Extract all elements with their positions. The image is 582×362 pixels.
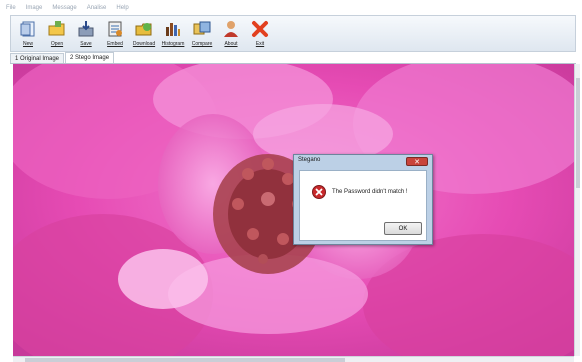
embed-icon: [108, 21, 122, 37]
error-dialog: Stegano ✕ The Password didn't match ! OK: [293, 154, 433, 245]
dialog-title: Stegano: [298, 157, 321, 163]
histogram-button-label: Histogram: [161, 41, 185, 47]
menu-analise[interactable]: Analise: [87, 5, 107, 11]
exit-icon: [252, 21, 268, 37]
new-button-label: New: [22, 41, 33, 47]
ok-button[interactable]: OK: [384, 222, 422, 235]
tab-original-image[interactable]: 1 Original Image: [10, 53, 65, 63]
horizontal-scrollbar[interactable]: [13, 356, 574, 362]
download-icon: [135, 23, 152, 36]
toolbar: New Open Save Embed Download Histogram C…: [10, 15, 576, 52]
open-button[interactable]: Open: [44, 18, 70, 51]
embed-button[interactable]: Embed: [102, 18, 128, 51]
dialog-body: The Password didn't match ! OK: [299, 170, 427, 241]
vertical-scrollbar[interactable]: [574, 64, 580, 356]
download-button-label: Download: [132, 41, 156, 47]
image-tabs: 1 Original Image 2 Stego Image: [10, 52, 576, 64]
download-button[interactable]: Download: [131, 18, 157, 51]
exit-button[interactable]: Exit: [247, 18, 273, 51]
menu-help[interactable]: Help: [116, 5, 128, 11]
embed-button-label: Embed: [107, 41, 123, 47]
dialog-close-button[interactable]: ✕: [406, 157, 428, 166]
compare-icon: [193, 21, 211, 35]
horizontal-scroll-thumb[interactable]: [25, 358, 345, 362]
about-button[interactable]: About: [218, 18, 244, 51]
open-button-label: Open: [50, 41, 64, 47]
dialog-message: The Password didn't match !: [332, 189, 408, 195]
menu-image[interactable]: Image: [26, 5, 43, 11]
new-document-icon: [20, 21, 35, 37]
about-button-label: About: [224, 41, 238, 47]
save-icon: [78, 21, 94, 37]
menu-message[interactable]: Message: [52, 5, 76, 11]
compare-button-label: Compare: [191, 41, 213, 47]
save-button-label: Save: [80, 41, 92, 47]
open-folder-icon: [48, 21, 65, 36]
save-button[interactable]: Save: [73, 18, 99, 51]
menu-bar: File Image Message Analise Help: [0, 0, 582, 15]
vertical-scroll-thumb[interactable]: [576, 78, 580, 188]
about-icon: [224, 21, 238, 37]
close-icon: ✕: [414, 158, 420, 166]
error-icon: [312, 185, 326, 199]
compare-button[interactable]: Compare: [189, 18, 215, 51]
menu-file[interactable]: File: [6, 5, 16, 11]
new-button[interactable]: New: [15, 18, 41, 51]
tab-stego-image[interactable]: 2 Stego Image: [65, 52, 115, 63]
histogram-icon: [166, 23, 180, 36]
exit-button-label: Exit: [255, 41, 265, 47]
histogram-button[interactable]: Histogram: [160, 18, 186, 51]
